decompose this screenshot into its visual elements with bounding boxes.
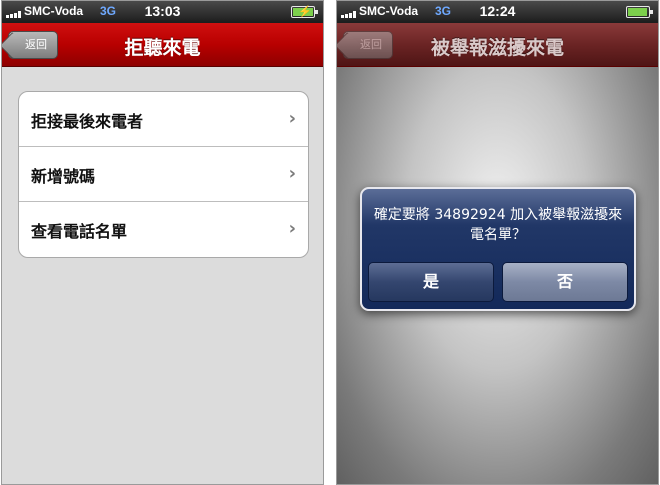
row-block-last-caller[interactable]: 拒接最後來電者 › — [19, 92, 308, 147]
chevron-right-icon: › — [288, 108, 296, 129]
navigation-bar: 返回 拒聽來電 — [2, 23, 323, 67]
options-table: 拒接最後來電者 › 新增號碼 › 查看電話名單 › — [18, 91, 309, 258]
confirm-alert-dialog: 確定要將 34892924 加入被舉報滋擾來電名單？ 是 否 — [360, 187, 636, 311]
yes-button[interactable]: 是 — [368, 262, 494, 302]
navigation-bar: 返回 被舉報滋擾來電 — [337, 23, 658, 67]
page-title: 被舉報滋擾來電 — [430, 37, 564, 59]
alert-message: 確定要將 34892924 加入被舉報滋擾來電名單？ — [373, 207, 623, 243]
no-button[interactable]: 否 — [502, 262, 628, 302]
status-time: 13:03 — [144, 3, 181, 19]
status-bar: SMC-Voda 3G 13:03 ⚡ — [2, 1, 323, 23]
phone-screen-confirm-dialog: SMC-Voda 3G 12:24 返回 被舉報滋擾來電 確定要將 348929… — [336, 0, 659, 485]
row-view-list[interactable]: 查看電話名單 › — [19, 202, 308, 257]
status-time: 12:24 — [479, 3, 516, 19]
row-add-number[interactable]: 新增號碼 › — [19, 147, 308, 202]
battery-icon: ⚡ — [291, 6, 318, 18]
row-label: 新增號碼 — [31, 167, 96, 186]
page-title: 拒聽來電 — [124, 37, 201, 59]
row-label: 查看電話名單 — [31, 222, 128, 241]
phone-screen-call-blocking: SMC-Voda 3G 13:03 ⚡ 返回 拒聽來電 拒接最後來電者 › 新增… — [1, 0, 324, 485]
charging-bolt-icon: ⚡ — [298, 6, 312, 18]
battery-icon — [626, 6, 653, 18]
chevron-right-icon: › — [288, 218, 296, 239]
row-label: 拒接最後來電者 — [31, 112, 144, 131]
chevron-right-icon: › — [288, 163, 296, 184]
status-bar: SMC-Voda 3G 12:24 — [337, 1, 658, 23]
